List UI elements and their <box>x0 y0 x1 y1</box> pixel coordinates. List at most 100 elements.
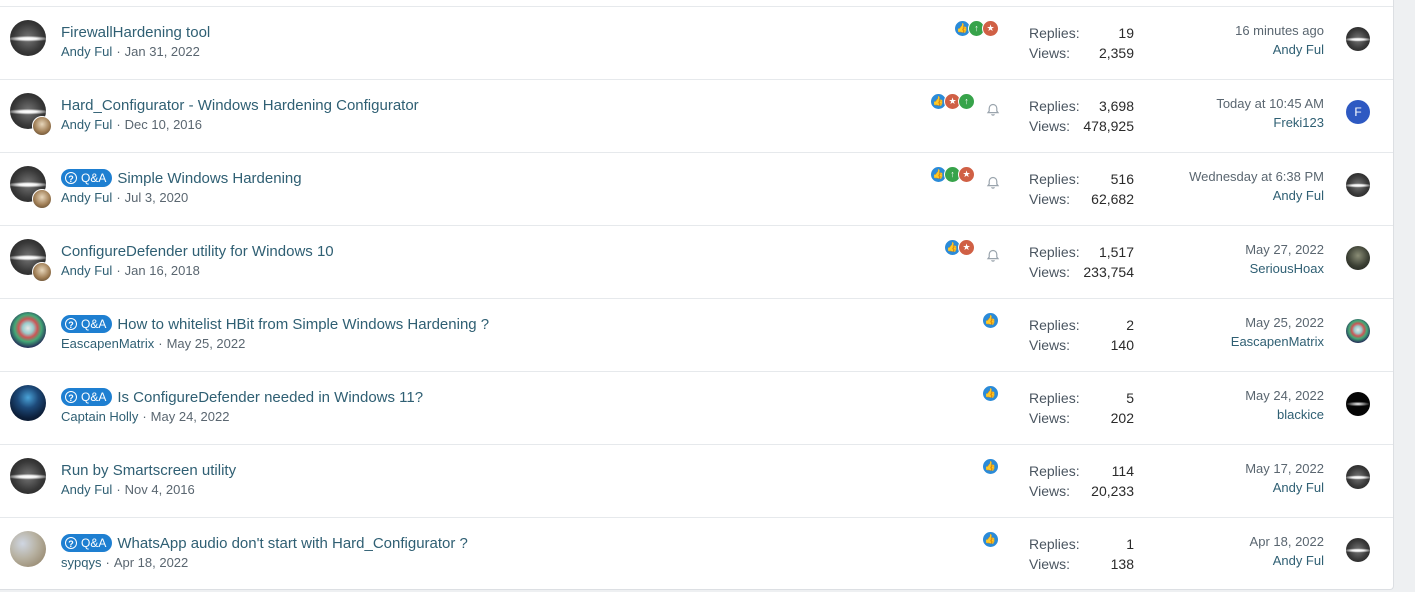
thread-start-date[interactable]: Jan 31, 2022 <box>125 44 200 59</box>
thread-row: ? Q&A Simple Windows Hardening Andy Ful · Jul… <box>0 152 1393 226</box>
last-poster-avatar[interactable] <box>1346 27 1370 51</box>
bell-icon[interactable] <box>986 176 1000 190</box>
qa-prefix-badge[interactable]: ? Q&A <box>61 169 113 187</box>
last-poster-avatar[interactable] <box>1346 246 1370 270</box>
last-poster-avatar[interactable] <box>1346 173 1370 197</box>
thread-author-link[interactable]: Andy Ful <box>61 263 112 278</box>
last-post-time-link[interactable]: Wednesday at 6:38 PM <box>1189 167 1324 186</box>
thread-title-line: Run by Smartscreen utility <box>61 460 236 480</box>
last-poster-mini-avatar[interactable] <box>32 262 52 282</box>
qa-prefix-badge[interactable]: ? Q&A <box>61 534 113 552</box>
reaction-summary[interactable]: 👍 <box>982 312 999 329</box>
views-label: Views: <box>1029 118 1070 134</box>
thread-title-line: ? Q&A Is ConfigureDefender needed in Windo… <box>61 387 423 407</box>
last-poster-link[interactable]: Freki123 <box>1216 113 1324 132</box>
bell-icon[interactable] <box>986 103 1000 117</box>
reaction-summary[interactable]: 👍 ↑ ★ <box>954 20 999 37</box>
replies-stat: Replies: 3,698 <box>1029 96 1134 116</box>
author-avatar[interactable] <box>10 20 46 56</box>
thread-start-date[interactable]: Jan 16, 2018 <box>125 263 200 278</box>
last-poster-mini-avatar[interactable] <box>32 189 52 209</box>
reaction-summary[interactable]: 👍 <box>982 531 999 548</box>
thread-title-line: ? Q&A Simple Windows Hardening <box>61 168 302 188</box>
thread-stats: Replies: 5 Views: 202 <box>1029 388 1134 428</box>
last-poster-link[interactable]: EascapenMatrix <box>1231 332 1324 351</box>
last-poster-avatar[interactable] <box>1346 538 1370 562</box>
qa-prefix-badge[interactable]: ? Q&A <box>61 315 113 333</box>
trophy-reaction-icon: ★ <box>958 166 975 183</box>
author-avatar[interactable] <box>10 385 46 421</box>
last-poster-link[interactable]: SeriousHoax <box>1245 259 1324 278</box>
last-poster-link[interactable]: blackice <box>1245 405 1324 424</box>
last-poster-avatar[interactable] <box>1346 319 1370 343</box>
reaction-summary[interactable]: 👍 ↑ ★ <box>930 166 975 183</box>
author-avatar[interactable] <box>10 531 46 567</box>
last-poster-link[interactable]: Andy Ful <box>1189 186 1324 205</box>
thread-stats: Replies: 2 Views: 140 <box>1029 315 1134 355</box>
thread-stats: Replies: 114 Views: 20,233 <box>1029 461 1134 501</box>
trophy-reaction-icon: ★ <box>982 20 999 37</box>
meta-separator: · <box>116 482 121 497</box>
last-poster-link[interactable]: Andy Ful <box>1235 40 1324 59</box>
reaction-summary[interactable]: 👍 <box>982 458 999 475</box>
last-post-time-link[interactable]: May 17, 2022 <box>1245 459 1324 478</box>
last-poster-mini-avatar[interactable] <box>32 116 52 136</box>
thread-title-line: ? Q&A WhatsApp audio don't start with Hard… <box>61 533 468 553</box>
thread-title-link[interactable]: WhatsApp audio don't start with Hard_Con… <box>117 535 468 552</box>
last-post-time-link[interactable]: May 27, 2022 <box>1245 240 1324 259</box>
question-circle-icon: ? <box>65 391 77 403</box>
replies-label: Replies: <box>1029 171 1080 187</box>
thread-meta: Andy Ful · Jan 31, 2022 <box>61 44 200 59</box>
thread-start-date[interactable]: Nov 4, 2016 <box>125 482 195 497</box>
thread-start-date[interactable]: Jul 3, 2020 <box>125 190 189 205</box>
last-post-time-link[interactable]: May 25, 2022 <box>1231 313 1324 332</box>
thread-start-date[interactable]: Apr 18, 2022 <box>114 555 188 570</box>
thread-title-link[interactable]: Hard_Configurator - Windows Hardening Co… <box>61 97 419 114</box>
thread-author-link[interactable]: Andy Ful <box>61 117 112 132</box>
last-poster-avatar[interactable]: F <box>1346 100 1370 124</box>
author-avatar[interactable] <box>10 312 46 348</box>
bell-icon[interactable] <box>986 249 1000 263</box>
thread-author-link[interactable]: EascapenMatrix <box>61 336 154 351</box>
thread-start-date[interactable]: May 24, 2022 <box>151 409 230 424</box>
thread-title-link[interactable]: Is ConfigureDefender needed in Windows 1… <box>117 389 423 406</box>
views-count: 478,925 <box>1083 118 1134 134</box>
last-post-time-link[interactable]: Today at 10:45 AM <box>1216 94 1324 113</box>
last-post-time-link[interactable]: 16 minutes ago <box>1235 21 1324 40</box>
reaction-summary[interactable]: 👍 ★ ↑ <box>930 93 975 110</box>
last-poster-link[interactable]: Andy Ful <box>1245 478 1324 497</box>
last-poster-link[interactable]: Andy Ful <box>1250 551 1324 570</box>
thread-title-link[interactable]: Run by Smartscreen utility <box>61 462 236 479</box>
last-post-time-link[interactable]: Apr 18, 2022 <box>1250 532 1324 551</box>
meta-separator: · <box>116 263 121 278</box>
last-post-time-link[interactable]: May 24, 2022 <box>1245 386 1324 405</box>
last-poster-avatar[interactable] <box>1346 465 1370 489</box>
reaction-summary[interactable]: 👍 <box>982 385 999 402</box>
replies-count: 1,517 <box>1098 244 1134 260</box>
thread-author-link[interactable]: Captain Holly <box>61 409 138 424</box>
views-label: Views: <box>1029 410 1070 426</box>
replies-stat: Replies: 516 <box>1029 169 1134 189</box>
thread-title-link[interactable]: ConfigureDefender utility for Windows 10 <box>61 243 334 260</box>
thread-author-link[interactable]: Andy Ful <box>61 482 112 497</box>
thread-row: Run by Smartscreen utility Andy Ful · Nov 4… <box>0 444 1393 518</box>
thread-start-date[interactable]: Dec 10, 2016 <box>125 117 202 132</box>
thread-meta: sypqys · Apr 18, 2022 <box>61 555 188 570</box>
thread-meta: Andy Ful · Dec 10, 2016 <box>61 117 202 132</box>
thread-title-link[interactable]: FirewallHardening tool <box>61 24 210 41</box>
author-avatar[interactable] <box>10 458 46 494</box>
last-poster-avatar[interactable] <box>1346 392 1370 416</box>
thread-author-link[interactable]: Andy Ful <box>61 44 112 59</box>
thread-title-link[interactable]: How to whitelist HBit from Simple Window… <box>117 316 489 333</box>
replies-stat: Replies: 114 <box>1029 461 1134 481</box>
qa-prefix-badge[interactable]: ? Q&A <box>61 388 113 406</box>
thread-start-date[interactable]: May 25, 2022 <box>167 336 246 351</box>
thread-author-link[interactable]: Andy Ful <box>61 190 112 205</box>
thread-title-line: Hard_Configurator - Windows Hardening Co… <box>61 95 419 115</box>
thread-title-link[interactable]: Simple Windows Hardening <box>117 170 301 187</box>
reaction-summary[interactable]: 👍 ★ <box>944 239 975 256</box>
thread-meta: Captain Holly · May 24, 2022 <box>61 409 229 424</box>
thread-author-link[interactable]: sypqys <box>61 555 101 570</box>
trophy-reaction-icon: ★ <box>958 239 975 256</box>
last-post-info: May 25, 2022 EascapenMatrix <box>1231 313 1324 351</box>
